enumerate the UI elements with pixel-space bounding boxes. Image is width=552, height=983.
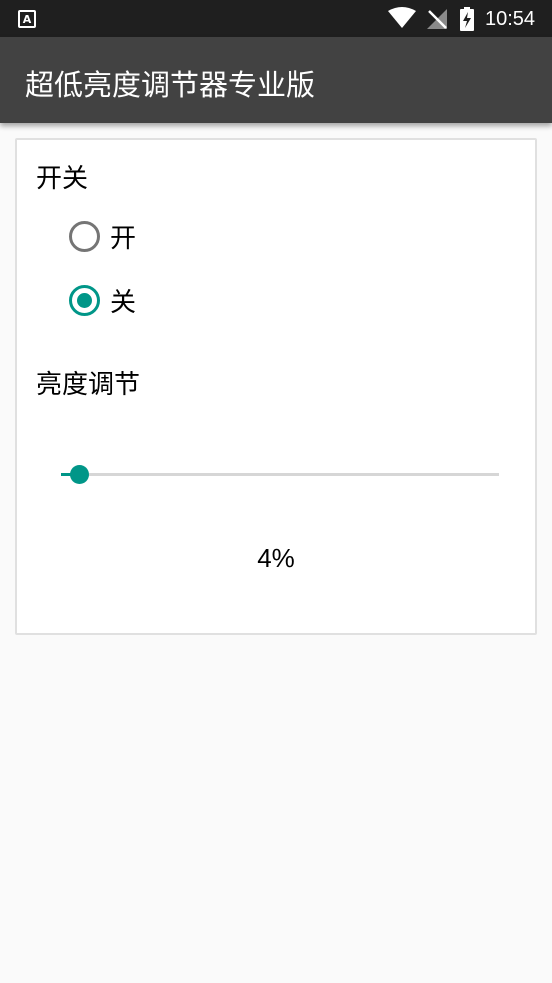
radio-button-on[interactable]: [69, 220, 100, 252]
radio-option-off[interactable]: 关: [69, 280, 136, 320]
no-signal-icon: [427, 9, 447, 29]
brightness-section-label: 亮度调节: [36, 370, 141, 400]
status-bar: A 10:54: [0, 0, 552, 37]
radio-button-off[interactable]: [69, 284, 100, 316]
radio-option-on[interactable]: 开: [69, 216, 136, 256]
clock: 10:54: [485, 8, 536, 30]
brightness-percent: 4%: [257, 543, 295, 573]
radio-label-off: 关: [110, 287, 137, 318]
switch-section-label: 开关: [36, 164, 89, 194]
slider-track[interactable]: [61, 473, 499, 476]
brightness-slider[interactable]: [61, 462, 499, 486]
slider-thumb[interactable]: [70, 465, 89, 484]
app-bar: 超低亮度调节器专业版: [0, 37, 552, 123]
radio-label-on: 开: [110, 223, 137, 254]
wifi-icon: [388, 7, 416, 28]
battery-charging-icon: [460, 7, 474, 31]
notification-icon: A: [18, 10, 36, 28]
app-title: 超低亮度调节器专业版: [25, 68, 316, 102]
settings-card: 开关 开 关 亮度调节 4%: [15, 138, 537, 635]
